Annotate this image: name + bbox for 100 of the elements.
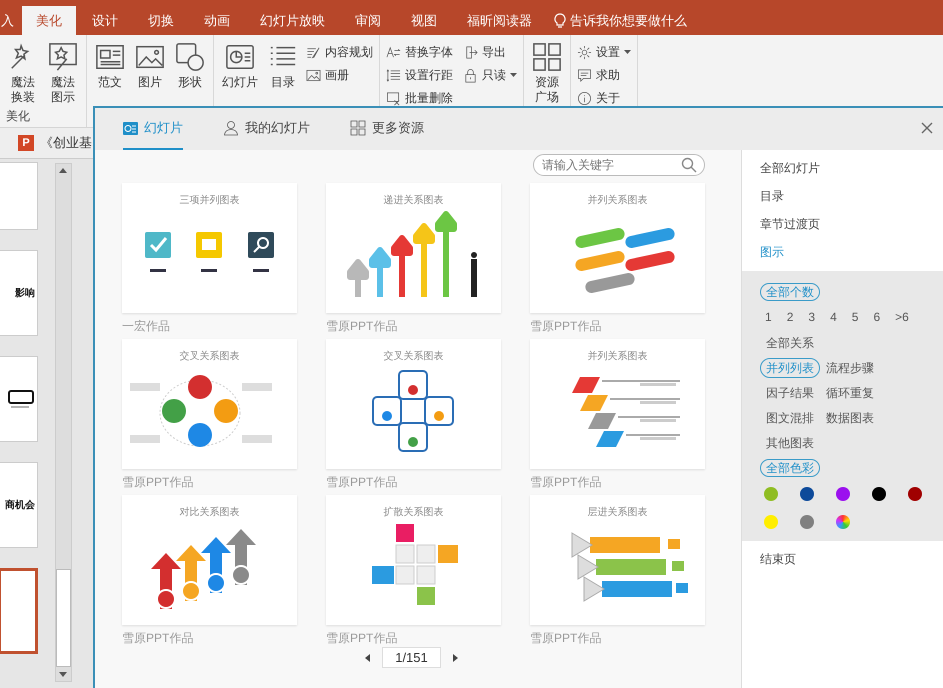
ribbon-button[interactable]: 求助 — [577, 64, 631, 87]
template-title: 并列关系图表 — [588, 194, 648, 207]
count-option[interactable]: >6 — [889, 307, 915, 327]
ribbon-tab[interactable]: 设计 — [78, 6, 132, 35]
template-card[interactable]: 交叉关系图表 — [326, 339, 501, 469]
ribbon-button[interactable]: 魔法换装 — [6, 39, 40, 108]
info-icon — [577, 91, 592, 106]
category-item[interactable]: 结束页 — [760, 551, 925, 568]
previous-page-icon[interactable] — [364, 652, 372, 662]
next-page-icon[interactable] — [450, 652, 459, 662]
close-icon — [921, 122, 933, 134]
slide-thumbnail[interactable]: 商机会 — [0, 462, 38, 548]
ribbon-button[interactable]: 导出 — [463, 41, 517, 64]
count-option[interactable]: 5 — [846, 307, 864, 327]
ribbon-button[interactable]: 内容规划 — [306, 41, 373, 64]
category-item[interactable]: 目录 — [760, 188, 925, 205]
relation-option[interactable]: 数据图表 — [820, 408, 880, 428]
template-title: 交叉关系图表 — [180, 350, 240, 363]
relation-option[interactable]: 循环重复 — [820, 383, 880, 403]
template-card[interactable]: 并列关系图表 — [530, 183, 705, 313]
template-card[interactable]: 扩散关系图表 — [326, 495, 501, 625]
ribbon-button[interactable]: 魔法图示 — [46, 39, 80, 108]
delete-icon — [386, 91, 401, 106]
template-card[interactable]: 层进关系图表 — [530, 495, 705, 625]
count-option[interactable]: 2 — [780, 307, 800, 327]
line-spacing-icon — [386, 68, 401, 83]
relation-option[interactable]: 因子结果 — [760, 383, 820, 403]
author-label: 雪原PPT作品 — [122, 474, 194, 491]
document-icon — [95, 42, 125, 72]
author-label: 雪原PPT作品 — [326, 318, 398, 335]
template-card[interactable]: 对比关系图表 — [122, 495, 297, 625]
document-tab[interactable]: 《创业基 — [40, 134, 92, 152]
category-item[interactable]: 全部幻灯片 — [760, 160, 925, 177]
ribbon-tab[interactable]: 美化 — [22, 6, 76, 35]
ribbon-button[interactable]: 替换字体 — [386, 41, 453, 64]
multicolor-swatch[interactable] — [836, 515, 850, 529]
page-field[interactable]: 1/151 — [382, 647, 441, 668]
template-card[interactable]: 三项并列图表 — [122, 183, 297, 313]
scrollbar-thumb[interactable] — [56, 569, 71, 667]
relation-option[interactable]: 流程步骤 — [820, 358, 880, 378]
lock-icon — [463, 68, 478, 83]
template-title: 并列关系图表 — [588, 350, 648, 363]
slide-thumbnail[interactable] — [0, 568, 38, 654]
ribbon-button[interactable]: 设置 — [577, 41, 631, 64]
slide-thumbnail[interactable]: 影响 — [0, 250, 38, 336]
color-swatch[interactable] — [800, 515, 814, 529]
template-card[interactable]: 交叉关系图表 — [122, 339, 297, 469]
lightbulb-icon — [554, 13, 566, 28]
count-option[interactable]: 4 — [824, 307, 843, 327]
ribbon-button[interactable]: 批量删除 — [386, 87, 453, 110]
ribbon-button[interactable]: 关于 — [577, 87, 631, 110]
author-label: 雪原PPT作品 — [530, 630, 602, 647]
author-label: 雪原PPT作品 — [326, 474, 398, 491]
category-item[interactable]: 章节过渡页 — [760, 216, 925, 233]
author-label: 雪原PPT作品 — [530, 474, 602, 491]
color-swatch[interactable] — [872, 487, 886, 501]
picture-icon — [306, 68, 321, 83]
ribbon-button[interactable]: 只读 — [463, 64, 517, 87]
color-swatch[interactable] — [908, 487, 922, 501]
color-swatch[interactable] — [800, 487, 814, 501]
search-icon — [681, 157, 697, 173]
template-title: 三项并列图表 — [180, 194, 240, 207]
close-button[interactable] — [919, 120, 935, 136]
author-label: 雪原PPT作品 — [326, 630, 398, 647]
scrollbar[interactable] — [55, 163, 72, 682]
category-item[interactable]: 图示 — [760, 244, 925, 261]
ribbon-tab[interactable]: 入 — [0, 6, 20, 35]
dialog-tab[interactable]: 我的幻灯片 — [223, 108, 310, 150]
template-title: 递进关系图表 — [384, 194, 444, 207]
slide-icon — [123, 122, 138, 134]
ribbon-tab[interactable]: 视图 — [397, 6, 451, 35]
count-option[interactable]: 6 — [867, 307, 886, 327]
color-swatch[interactable] — [836, 487, 850, 501]
count-option[interactable]: 3 — [802, 307, 822, 327]
ribbon-tab[interactable]: 审阅 — [341, 6, 395, 35]
filter-chip[interactable]: 全部关系 — [760, 333, 880, 353]
dialog-tab[interactable]: 幻灯片 — [123, 108, 183, 150]
ribbon-button[interactable]: 设置行距 — [386, 64, 453, 87]
chat-icon — [577, 68, 592, 83]
ribbon-tab[interactable]: 切换 — [134, 6, 188, 35]
ribbon-button[interactable]: 画册 — [306, 64, 373, 87]
ribbon-tab[interactable]: 动画 — [190, 6, 244, 35]
ribbon-tab[interactable]: 福昕阅读器 — [453, 6, 546, 35]
relation-option[interactable]: 其他图表 — [760, 433, 820, 453]
count-option[interactable]: 1 — [759, 307, 778, 327]
template-card[interactable]: 并列关系图表 — [530, 339, 705, 469]
ribbon-button[interactable]: 资源广场 — [530, 39, 564, 125]
color-swatch[interactable] — [764, 515, 778, 529]
template-card[interactable]: 递进关系图表 — [326, 183, 501, 313]
relation-option[interactable]: 图文混排 — [760, 408, 820, 428]
tell-me-field[interactable]: 告诉我你想要做什么 — [554, 6, 687, 35]
dialog-tab[interactable]: 更多资源 — [350, 108, 424, 150]
slide-icon — [225, 42, 255, 72]
ribbon-tab[interactable]: 幻灯片放映 — [246, 6, 339, 35]
settings-icon — [577, 45, 592, 60]
search-field[interactable]: 请输入关键字 — [533, 154, 705, 176]
font-replace-icon — [386, 45, 401, 60]
color-swatch[interactable] — [764, 487, 778, 501]
template-title: 层进关系图表 — [588, 506, 648, 519]
author-label: 雪原PPT作品 — [530, 318, 602, 335]
